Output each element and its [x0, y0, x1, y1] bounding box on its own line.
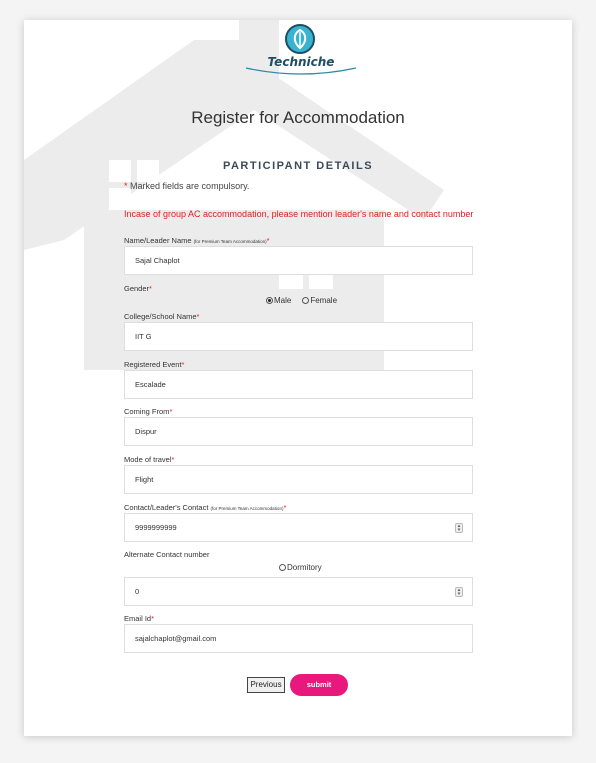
contact-value: 9999999999 — [135, 523, 177, 532]
previous-button[interactable]: Previous — [247, 677, 285, 693]
accommodation-radio-group: Dormitory — [279, 563, 322, 572]
event-input[interactable]: Escalade — [124, 370, 473, 399]
techniche-logo: Techniche — [244, 20, 358, 76]
compulsory-text: Marked fields are compulsory. — [130, 181, 250, 191]
email-input[interactable]: sajalchaplot@gmail.com — [124, 624, 473, 653]
contact-input[interactable]: 9999999999 ▴ ▾ — [124, 513, 473, 542]
alt-contact-label: Alternate Contact number — [124, 550, 210, 559]
event-label: Registered Event* — [124, 360, 184, 369]
travel-value: Flight — [135, 475, 154, 484]
college-value: IIT G — [135, 332, 152, 341]
gender-male-label: Male — [274, 296, 292, 305]
college-label-text: College/School Name — [124, 312, 197, 321]
name-value: Sajal Chaplot — [135, 256, 180, 265]
coming-from-value: Dispur — [135, 427, 157, 436]
section-title: PARTICIPANT DETAILS — [222, 160, 374, 172]
gender-female-label: Female — [310, 296, 338, 305]
required-mark: * — [266, 236, 270, 245]
required-mark: * — [181, 360, 185, 369]
accommodation-count-value: 0 — [135, 587, 140, 596]
email-value: sajalchaplot@gmail.com — [135, 634, 217, 643]
name-input[interactable]: Sajal Chaplot — [124, 246, 473, 275]
college-input[interactable]: IIT G — [124, 322, 473, 351]
number-stepper-icon[interactable]: ▴ ▾ — [455, 523, 463, 533]
coming-from-input[interactable]: Dispur — [124, 417, 473, 446]
group-accommodation-note: Incase of group AC accommodation, please… — [124, 209, 474, 219]
name-sub-label: (for Premium Team Accommodation) — [193, 239, 267, 244]
travel-label-text: Mode of travel — [124, 455, 172, 464]
registration-card: Techniche Register for Accommodation PAR… — [24, 20, 572, 736]
gender-label-text: Gender — [124, 284, 150, 293]
submit-button[interactable]: submit — [290, 674, 348, 696]
gender-label: Gender* — [124, 284, 152, 293]
required-mark: * — [169, 407, 173, 416]
compulsory-note: * Marked fields are compulsory. — [124, 181, 249, 191]
accommodation-count-input[interactable]: 0 ▴ ▾ — [124, 577, 473, 606]
email-label-text: Email Id — [124, 614, 152, 623]
required-star: * — [124, 181, 128, 191]
required-mark: * — [196, 312, 200, 321]
gender-female-radio[interactable] — [302, 297, 310, 304]
contact-label-text: Contact/Leader's Contact — [124, 503, 209, 512]
event-label-text: Registered Event — [124, 360, 182, 369]
logo-swoosh — [245, 67, 357, 75]
travel-label: Mode of travel* — [124, 455, 174, 464]
college-label: College/School Name* — [124, 312, 199, 321]
coming-from-label-text: Coming From — [124, 407, 170, 416]
travel-input[interactable]: Flight — [124, 465, 473, 494]
dormitory-radio[interactable] — [279, 564, 286, 571]
gender-male-radio[interactable] — [266, 297, 273, 304]
page-title: Register for Accommodation — [191, 108, 405, 127]
contact-sub-label: (for Premium Team Accommodation) — [210, 506, 284, 511]
leaf-logo-icon — [285, 24, 315, 54]
required-mark: * — [149, 284, 152, 293]
gender-radio-group: Male Female — [266, 296, 337, 305]
email-label: Email Id* — [124, 614, 154, 623]
number-stepper-icon[interactable]: ▴ ▾ — [455, 587, 463, 597]
event-value: Escalade — [135, 380, 166, 389]
required-mark: * — [171, 455, 175, 464]
contact-label: Contact/Leader's Contact (for Premium Te… — [124, 503, 286, 512]
dormitory-label: Dormitory — [287, 563, 322, 572]
name-label-text: Name/Leader Name — [124, 236, 192, 245]
required-mark: * — [151, 614, 155, 623]
coming-from-label: Coming From* — [124, 407, 172, 416]
required-mark: * — [283, 503, 287, 512]
name-label: Name/Leader Name (for Premium Team Accom… — [124, 236, 270, 245]
